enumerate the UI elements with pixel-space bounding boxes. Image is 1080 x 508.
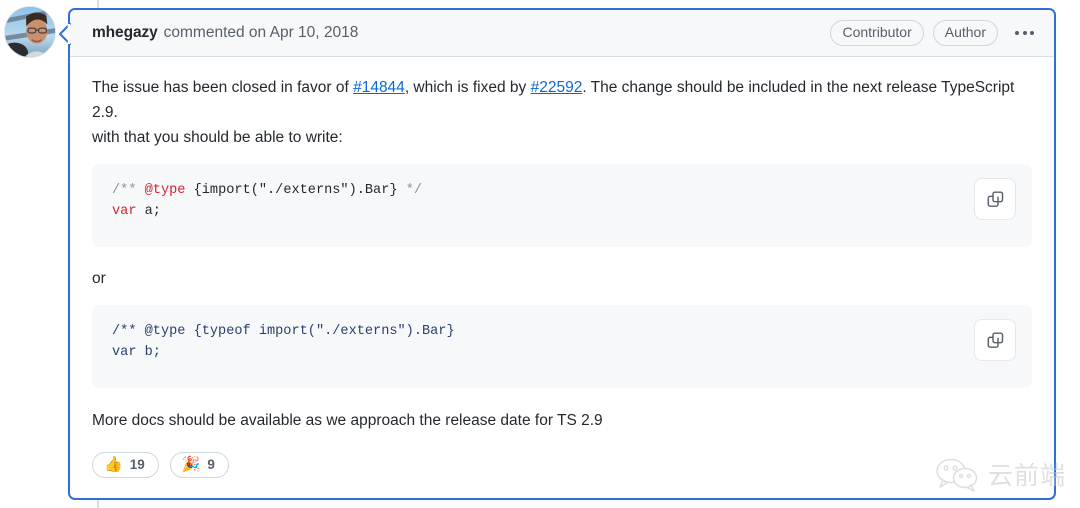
tada-icon: 🎉	[181, 456, 201, 473]
paragraph-write-hint: with that you should be able to write:	[92, 129, 343, 146]
code-line-2: var b;	[112, 345, 161, 360]
kebab-dot	[1030, 31, 1034, 35]
reaction-count: 9	[207, 456, 215, 472]
reaction-thumbs-up[interactable]: 👍 19	[92, 452, 159, 478]
reaction-tada[interactable]: 🎉 9	[169, 452, 229, 478]
issue-link-22592[interactable]: #22592	[531, 79, 583, 96]
code-token-decl: a;	[136, 204, 161, 219]
code-block-2: /** @type {typeof import("./externs").Ba…	[92, 305, 1032, 388]
comment-caret	[57, 23, 71, 45]
code-token-comment-close: */	[405, 183, 423, 198]
comment-author[interactable]: mhegazy	[92, 24, 158, 42]
code-content-1[interactable]: /** @type {import("./externs").Bar} */ v…	[112, 180, 1016, 222]
avatar[interactable]	[4, 6, 56, 58]
comment-timestamp: commented on Apr 10, 2018	[163, 24, 359, 41]
watermark-text: 云前端	[987, 460, 1066, 490]
badge-author: Author	[932, 20, 998, 46]
comment-body: The issue has been closed in favor of #1…	[70, 57, 1054, 433]
wechat-logo-icon	[936, 458, 978, 492]
reactions-bar: 👍 19 🎉 9	[70, 452, 1054, 478]
user-avatar-photo	[5, 7, 55, 57]
text-segment: , which is fixed by	[404, 79, 531, 96]
kebab-horizontal-icon[interactable]	[1009, 25, 1040, 41]
paragraph-or: or	[92, 270, 106, 287]
kebab-dot	[1015, 31, 1019, 35]
thumbs-up-icon: 👍	[104, 456, 123, 473]
copy-button-2[interactable]	[974, 319, 1016, 361]
code-token-keyword-var: var	[112, 204, 137, 219]
kebab-dot	[1022, 31, 1027, 35]
comment-header: mhegazy commented on Apr 10, 2018 Contri…	[70, 10, 1054, 57]
watermark: 云前端	[935, 458, 1066, 492]
copy-icon	[987, 331, 1003, 348]
comment-card: mhegazy commented on Apr 10, 2018 Contri…	[68, 8, 1056, 500]
text-segment: The issue has been closed in favor of	[92, 79, 354, 96]
code-block-1: /** @type {import("./externs").Bar} */ v…	[92, 164, 1032, 247]
code-content-2[interactable]: /** @type {typeof import("./externs").Ba…	[112, 321, 1016, 363]
copy-button-1[interactable]	[974, 178, 1016, 220]
code-token-type-expr: {import("./externs").Bar}	[185, 183, 406, 198]
code-token-comment-open: /**	[112, 183, 145, 198]
paragraph-issue-closed: The issue has been closed in favor of #1…	[92, 75, 1032, 125]
paragraph-more-docs: More docs should be available as we appr…	[92, 412, 603, 429]
badge-contributor: Contributor	[830, 20, 924, 46]
reaction-count: 19	[129, 456, 145, 472]
comment-header-actions: Contributor Author	[830, 20, 1040, 46]
github-comment-screenshot: mhegazy commented on Apr 10, 2018 Contri…	[0, 0, 1080, 508]
code-line-1: /** @type {typeof import("./externs").Ba…	[112, 324, 455, 339]
issue-link-14844[interactable]: #14844	[353, 79, 405, 96]
copy-icon	[987, 190, 1003, 207]
code-token-jsdoc-tag: @type	[144, 183, 186, 198]
